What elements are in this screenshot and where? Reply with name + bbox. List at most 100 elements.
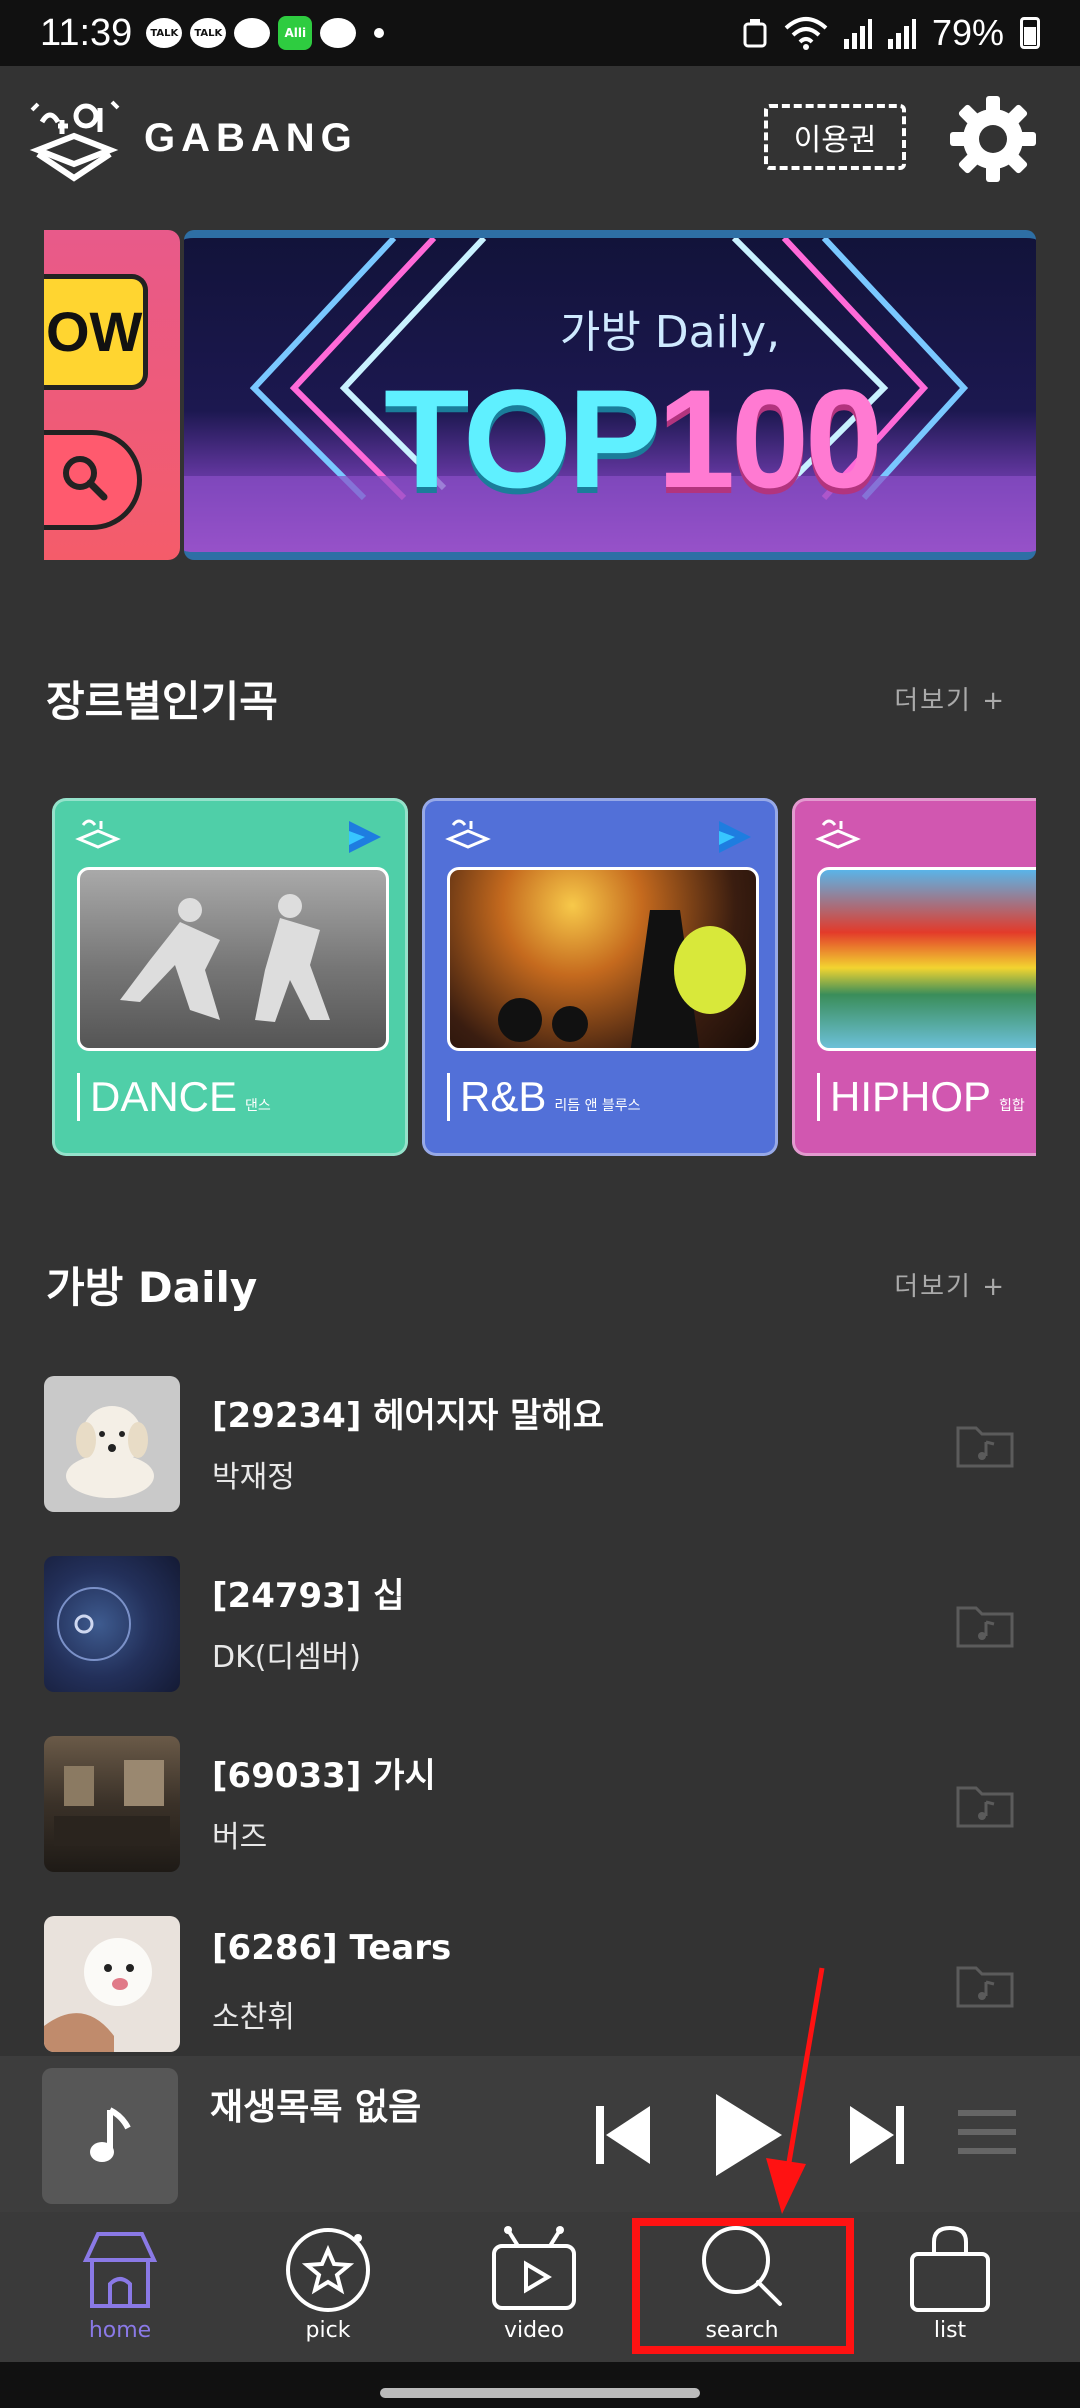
song-artist: DK(디셈버) — [212, 1640, 361, 1675]
play-icon[interactable] — [710, 2090, 786, 2180]
banner-prev-search — [44, 430, 142, 530]
brand-name: GABANG — [144, 115, 358, 160]
gabang-mini-logo-icon — [445, 819, 491, 849]
song-title: [29234] 헤어지자 말해요 — [212, 1396, 604, 1436]
mini-player: 재생목록 없음 — [0, 2056, 1080, 2212]
previous-track-icon[interactable] — [592, 2100, 654, 2170]
song-title: [6286] Tears — [212, 1928, 452, 1968]
song-thumbnail — [44, 1736, 180, 1872]
genre-photo-hiphop — [817, 867, 1036, 1051]
kakaotalk-icon: TALK — [146, 18, 183, 48]
banner-title: TOP100 — [384, 358, 883, 520]
song-artist: 버즈 — [212, 1820, 268, 1855]
recycle-icon — [743, 19, 767, 48]
nav-pick[interactable]: pick — [228, 2212, 428, 2362]
nav-label: list — [933, 2318, 967, 2343]
more-notifications-dot — [374, 28, 385, 38]
genre-section-title: 장르별인기곡 — [46, 677, 278, 726]
song-thumbnail — [44, 1916, 180, 2052]
song-artist: 박재정 — [212, 1460, 295, 1495]
banner-title-100: 100 — [657, 360, 883, 517]
daily-more-link[interactable]: 더보기 + — [894, 1266, 1006, 1303]
gabang-logo-icon — [29, 100, 120, 182]
genre-card-rnb[interactable]: R&B 리듬 앤 블루스 — [422, 798, 778, 1156]
genre-card-hiphop[interactable]: HIPHOP 힙합 — [792, 798, 1036, 1156]
song-row[interactable]: [6286] Tears 소찬휘 — [44, 1916, 1036, 2056]
nav-list[interactable]: list — [850, 2212, 1050, 2362]
wifi-icon — [784, 17, 828, 50]
song-row[interactable]: [29234] 헤어지자 말해요 박재정 — [44, 1376, 1036, 1516]
nav-label: video — [503, 2318, 565, 2343]
banner-title-top: TOP — [384, 360, 661, 517]
settings-gear-icon[interactable] — [948, 94, 1038, 184]
genre-label: HIPHOP 힙합 — [817, 1073, 1025, 1121]
gabang-mini-logo-icon — [75, 819, 121, 849]
ticket-button[interactable]: 이용권 — [764, 104, 906, 170]
bag-icon — [910, 2225, 990, 2312]
banner-prev-slide[interactable]: OW — [44, 230, 180, 560]
add-to-folder-icon[interactable] — [956, 1960, 1014, 2008]
bottom-navigation: home pick video search list — [0, 2212, 1080, 2362]
daily-section-title: 가방 Daily — [46, 1263, 258, 1312]
genre-card-dance[interactable]: DANCE 댄스 — [52, 798, 408, 1156]
song-thumbnail — [44, 1376, 180, 1512]
app-logo[interactable]: GABANG — [28, 92, 358, 184]
add-to-folder-icon[interactable] — [956, 1780, 1014, 1828]
system-nav-bar — [0, 2362, 1080, 2408]
kakaotalk-icon: TALK — [190, 18, 227, 48]
player-title: 재생목록 없음 — [210, 2087, 422, 2128]
nav-video[interactable]: video — [434, 2212, 634, 2362]
status-bar: 11:39 TALK TALK Alli 79% — [0, 0, 1080, 66]
status-time: 11:39 — [40, 11, 133, 54]
song-thumbnail — [44, 1556, 180, 1692]
genre-photo-rnb — [447, 867, 759, 1051]
nav-label: home — [88, 2318, 152, 2343]
music-note-icon — [90, 2107, 131, 2162]
add-to-folder-icon[interactable] — [956, 1600, 1014, 1648]
add-to-folder-icon[interactable] — [956, 1420, 1014, 1468]
gabang-mini-logo-icon — [815, 819, 861, 849]
genre-more-link[interactable]: 더보기 + — [894, 680, 1006, 717]
next-track-icon[interactable] — [846, 2100, 908, 2170]
signal-icon — [843, 19, 872, 49]
notification-icons: TALK TALK Alli — [146, 16, 385, 50]
song-artist: 소찬휘 — [212, 2000, 295, 2035]
battery-percent: 79% — [931, 12, 1004, 53]
play-badge-icon — [349, 821, 381, 853]
song-title: [69033] 가시 — [212, 1756, 436, 1796]
banner-top100[interactable]: 가방 Daily, TOP100 — [184, 230, 1036, 560]
chat-bubble-icon — [234, 18, 271, 48]
player-artwork[interactable] — [42, 2068, 178, 2204]
playlist-menu-icon[interactable] — [958, 2108, 1016, 2156]
search-icon — [63, 456, 108, 501]
alli-icon: Alli — [278, 16, 313, 50]
nav-label: pick — [305, 2318, 351, 2343]
cloud-icon — [320, 18, 357, 48]
play-badge-icon — [719, 821, 751, 853]
tv-play-icon — [492, 2226, 576, 2310]
genre-sub: 힙합 — [999, 1098, 1025, 1114]
genre-label: DANCE 댄스 — [77, 1073, 271, 1121]
signal-icon — [887, 19, 916, 49]
genre-sub: 댄스 — [245, 1098, 271, 1114]
promo-banner-carousel[interactable]: OW 가방 Daily, TOP100 — [44, 226, 1036, 566]
banner-prev-text: OW — [44, 274, 148, 390]
genre-carousel[interactable]: DANCE 댄스 R&B 리듬 앤 블루스 HIPHOP 힙합 — [52, 798, 1036, 1156]
genre-name: DANCE — [90, 1073, 238, 1120]
battery-icon — [1020, 17, 1040, 49]
star-icon — [286, 2228, 370, 2312]
nav-home[interactable]: home — [20, 2212, 220, 2362]
genre-name: HIPHOP — [830, 1073, 992, 1120]
search-highlight-box — [632, 2218, 854, 2354]
genre-label: R&B 리듬 앤 블루스 — [447, 1073, 641, 1121]
song-row[interactable]: [24793] 십 DK(디셈버) — [44, 1556, 1036, 1696]
banner-subtitle: 가방 Daily, — [559, 307, 781, 358]
genre-photo-dance — [77, 867, 389, 1051]
song-title: [24793] 십 — [212, 1576, 405, 1616]
home-gesture-handle[interactable] — [380, 2388, 700, 2398]
app-header: GABANG 이용권 — [0, 66, 1080, 216]
genre-name: R&B — [460, 1073, 547, 1120]
home-icon — [82, 2232, 158, 2308]
status-right: 79% — [742, 0, 1040, 66]
song-row[interactable]: [69033] 가시 버즈 — [44, 1736, 1036, 1876]
